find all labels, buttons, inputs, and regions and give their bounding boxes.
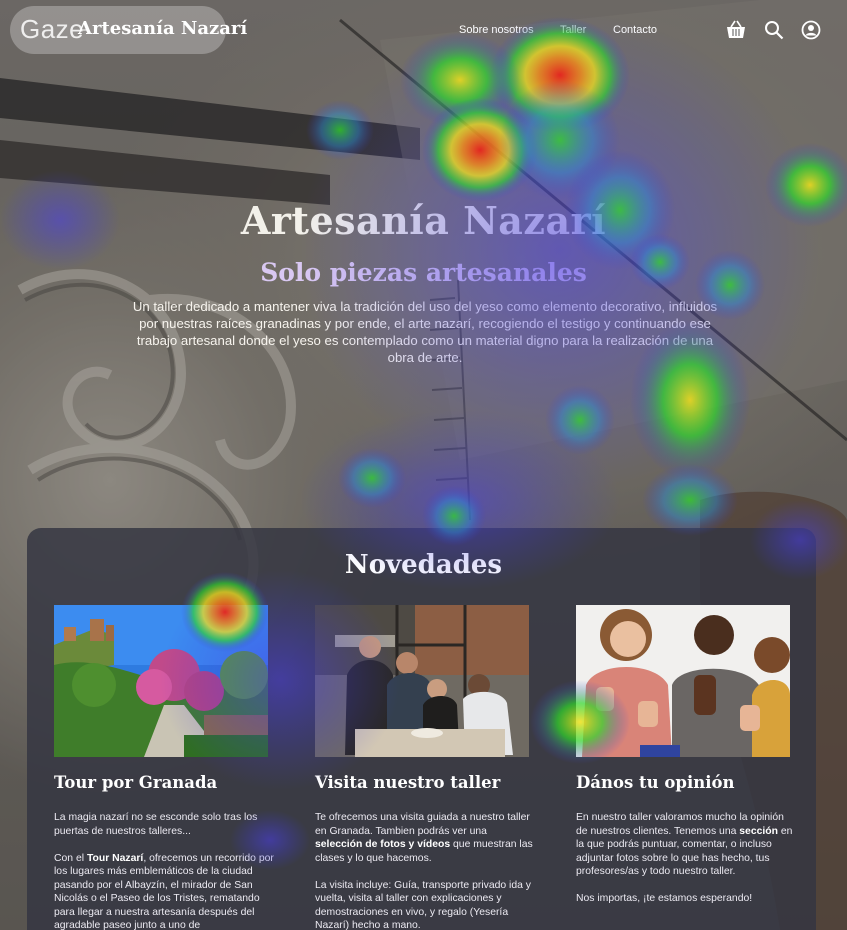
hero-description: Un taller dedicado a mantener viva la tr… bbox=[132, 299, 718, 365]
news-card-title: Visita nuestro taller bbox=[315, 773, 501, 792]
hero-subtitle: Solo piezas artesanales bbox=[260, 258, 587, 287]
news-card-paragraph: Te ofrecemos una visita guiada a nuestro… bbox=[315, 811, 535, 865]
news-card-paragraph: Nos importas, ¡te estamos esperando! bbox=[576, 893, 753, 904]
nav-link-sobre-nosotros[interactable]: Sobre nosotros bbox=[459, 24, 534, 36]
news-card-paragraph: La visita incluye: Guía, transporte priv… bbox=[315, 879, 532, 930]
text-run: , ofrecemos un recorrido por los lugares… bbox=[54, 852, 274, 930]
news-card-title: Dános tu opinión bbox=[576, 773, 735, 792]
basket-icon[interactable] bbox=[726, 20, 746, 44]
news-card-workshop[interactable]: Visita nuestro taller Te ofrecemos una v… bbox=[315, 605, 533, 930]
hero-title: Artesanía Nazarí bbox=[240, 198, 607, 243]
granada-alhambra-photo bbox=[54, 605, 268, 757]
news-card-tour[interactable]: Tour por Granada La magia nazarí no se e… bbox=[54, 605, 274, 930]
news-card-text: La magia nazarí no se esconde solo tras … bbox=[54, 811, 274, 930]
news-card-paragraph: En nuestro taller valoramos mucho la opi… bbox=[576, 811, 796, 879]
search-icon[interactable] bbox=[764, 20, 784, 44]
nav-link-taller[interactable]: Taller bbox=[560, 24, 586, 36]
workshop-class-photo bbox=[315, 605, 529, 757]
news-card-opinion[interactable]: Dános tu opinión En nuestro taller valor… bbox=[576, 605, 792, 904]
photos-videos-highlight: selección de fotos y vídeos bbox=[315, 839, 451, 850]
section-link-highlight: sección bbox=[739, 825, 778, 837]
thumbs-up-people-photo bbox=[576, 605, 790, 757]
gaze-watermark-text: Gaze bbox=[20, 14, 85, 44]
news-card-text: Te ofrecemos una visita guiada a nuestro… bbox=[315, 811, 535, 930]
tour-nazari-highlight: Tour Nazarí bbox=[86, 852, 144, 864]
news-card-text: En nuestro taller valoramos mucho la opi… bbox=[576, 811, 796, 919]
news-section-title: Novedades bbox=[344, 550, 503, 580]
nav-link-contacto[interactable]: Contacto bbox=[613, 24, 657, 36]
text-run: Te ofrecemos una visita guiada a nuestro… bbox=[315, 812, 530, 837]
news-card-paragraph: Con el Tour Nazarí, ofrecemos un recorri… bbox=[54, 852, 274, 930]
text-run: Con el bbox=[54, 852, 87, 864]
news-card-title: Tour por Granada bbox=[54, 773, 218, 792]
user-account-icon[interactable] bbox=[801, 20, 821, 44]
brand-logo-link[interactable]: Artesanía Nazarí bbox=[78, 18, 247, 39]
news-card-paragraph: La magia nazarí no se esconde solo tras … bbox=[54, 812, 258, 837]
